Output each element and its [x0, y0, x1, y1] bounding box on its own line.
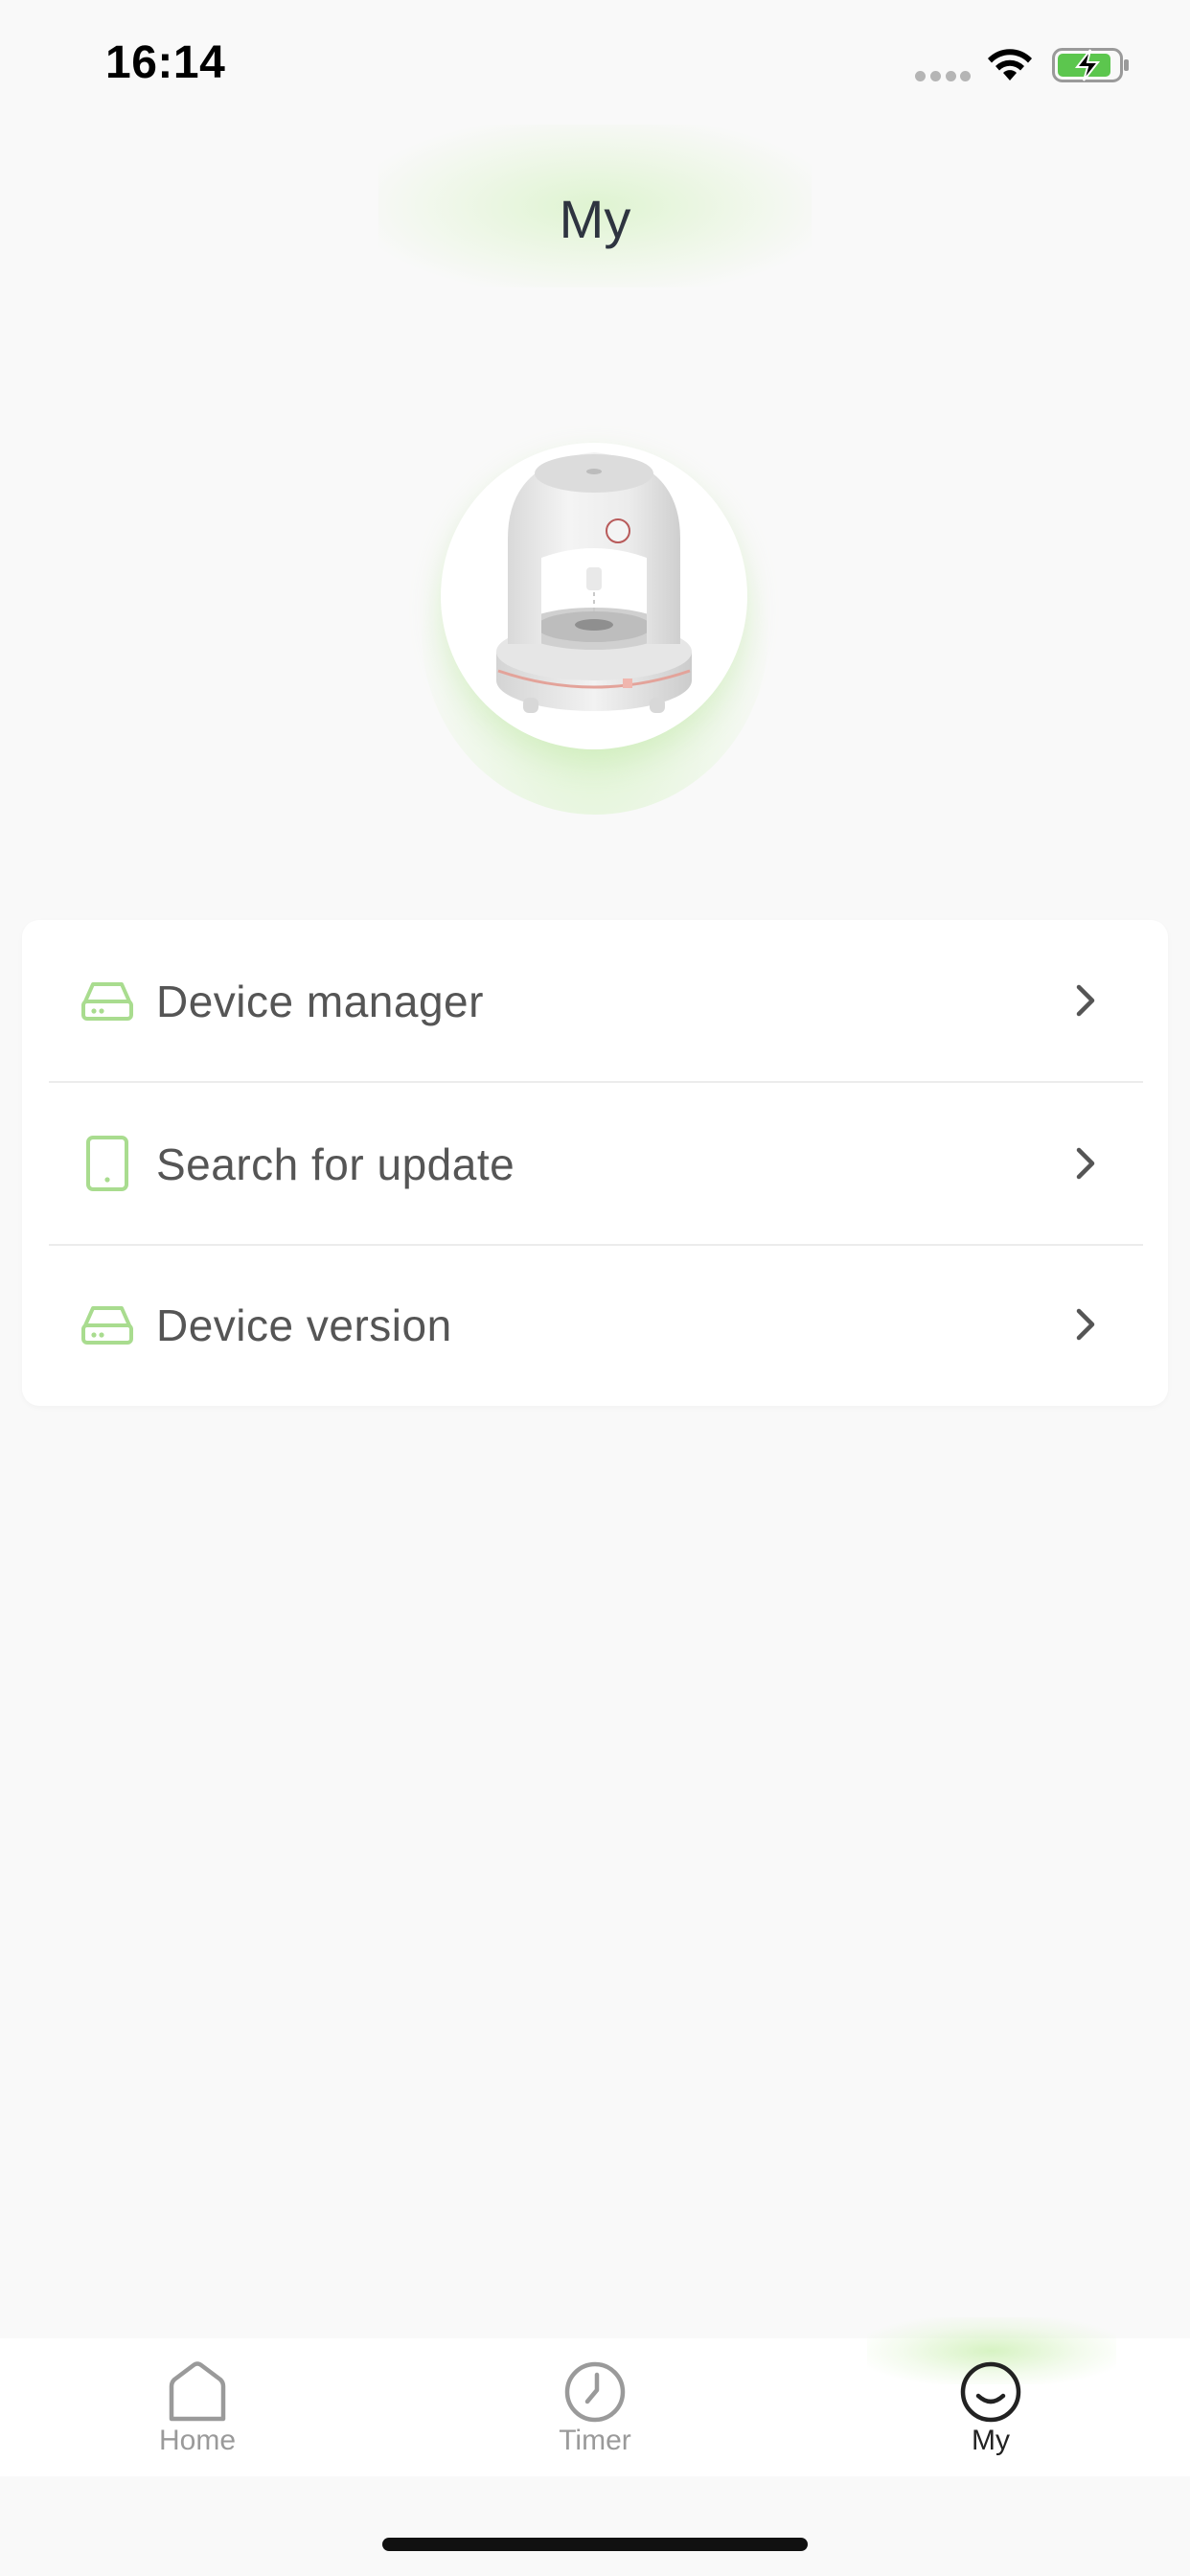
menu-item-label: Device version	[156, 1300, 452, 1350]
menu-item-device-version[interactable]: Device version	[22, 1244, 1168, 1405]
wifi-icon	[988, 49, 1032, 80]
drive-icon	[81, 982, 133, 1021]
clock-icon	[564, 2361, 626, 2423]
tab-label: Timer	[559, 2425, 631, 2456]
menu-item-device-manager[interactable]: Device manager	[22, 920, 1168, 1081]
status-bar: 16:14	[0, 0, 1190, 126]
settings-menu-card: Device manager Search for update Device …	[22, 920, 1168, 1406]
status-time: 16:14	[105, 37, 226, 88]
humidifier-device-image	[496, 452, 692, 713]
chevron-right-icon	[1076, 1147, 1095, 1180]
chevron-right-icon	[1076, 984, 1095, 1017]
chevron-right-icon	[1076, 1308, 1095, 1341]
smile-icon	[960, 2361, 1021, 2423]
tablet-icon	[86, 1136, 128, 1191]
home-icon	[169, 2361, 226, 2422]
home-indicator[interactable]	[382, 2538, 808, 2551]
tab-label: My	[972, 2425, 1010, 2456]
menu-item-label: Search for update	[156, 1139, 515, 1189]
cellular-signal-icon	[915, 71, 971, 82]
menu-item-label: Device manager	[156, 977, 484, 1026]
battery-charging-icon	[1052, 48, 1129, 82]
tab-my[interactable]: My	[904, 2359, 1077, 2465]
page-title: My	[559, 189, 631, 249]
menu-item-search-for-update[interactable]: Search for update	[22, 1083, 1168, 1244]
drive-icon	[81, 1306, 133, 1345]
tab-label: Home	[158, 2425, 237, 2456]
tab-home[interactable]: Home	[111, 2359, 284, 2465]
tab-timer[interactable]: Timer	[509, 2359, 681, 2465]
device-avatar	[441, 443, 747, 749]
